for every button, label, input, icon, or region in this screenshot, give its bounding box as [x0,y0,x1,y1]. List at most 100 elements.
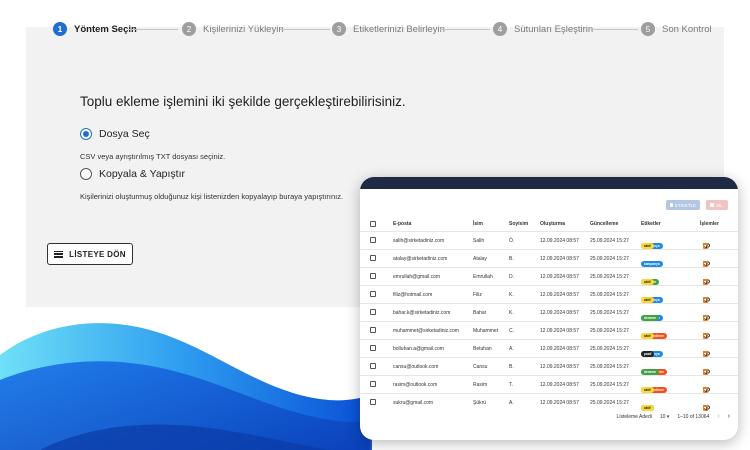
cell-updated: 25.09.2024 15:27 [590,382,629,388]
step-label: Sütunları Eşleştirin [514,23,594,35]
row-checkbox[interactable] [370,309,376,315]
cell-surname: T. [509,382,513,388]
wizard-stepper: 1 Yöntem Seçin 2 Kişilerinizi Yükleyin 3… [26,0,724,60]
header-created[interactable]: Oluşturma [540,221,565,227]
cell-created: 12.09.2024 08:57 [540,400,579,406]
table-row[interactable]: sukru@gmail.com Şükrü A. 12.09.2024 08:57 25… [360,393,738,412]
step-connector [588,29,638,30]
cell-surname: A. [509,346,514,352]
table-row[interactable]: cansu@outlook.com Cansu B. 12.09.2024 08:57… [360,357,738,376]
pagination: Listeleme Adedi 10 ▾ 1–10 of 13064 ‹ › [617,413,730,420]
trash-icon [710,203,714,207]
screen: 1 Yöntem Seçin 2 Kişilerinizi Yükleyin 3… [0,0,750,450]
row-checkbox[interactable] [370,381,376,387]
tag-button-label: ETİKETLE [674,202,696,208]
cell-updated: 25.09.2024 15:27 [590,292,629,298]
cell-surname: K. [509,292,514,298]
cell-email: atalay@sirketadiniz.com [393,256,448,262]
page-range: 1–10 of 13064 [677,413,710,420]
cell-created: 12.09.2024 08:57 [540,328,579,334]
cell-updated: 25.09.2024 15:27 [590,256,629,262]
step-method[interactable]: 1 Yöntem Seçin [53,22,137,36]
row-checkbox[interactable] [370,273,376,279]
back-to-list-button[interactable]: LİSTEYE DÖN [47,243,133,265]
table-row[interactable]: atalay@sirketadiniz.com Atalay B. 12.09.202… [360,249,738,268]
cell-updated: 25.09.2024 15:27 [590,400,629,406]
table-row[interactable]: bahar.k@sirketadiniz.com Bahar K. 12.09.202… [360,303,738,322]
row-checkbox[interactable] [370,345,376,351]
row-checkbox[interactable] [370,237,376,243]
cell-name: Cansu [473,364,488,370]
cell-name: Salih [473,238,485,244]
cell-name: Şükrü [473,400,487,406]
select-all-checkbox[interactable] [370,221,376,227]
option-paste[interactable]: Kopyala & Yapıştır [80,168,185,180]
step-upload[interactable]: 2 Kişilerinizi Yükleyin [182,22,284,36]
rows-per-page-value: 10 [659,413,666,420]
cell-updated: 25.09.2024 15:27 [590,310,629,316]
table-row[interactable]: bolluhan.a@gmail.com Betuhan A. 12.09.2024 … [360,339,738,358]
back-to-list-label: LİSTEYE DÖN [69,249,126,259]
option-paste-hint: Kişilerinizi oluşturmuş olduğunuz kişi l… [80,192,344,201]
step-label: Etiketlerinizi Belirleyin [353,23,445,35]
cell-email: salih@sirketadiniz.com [393,238,445,244]
header-tags: Etiketler [641,221,661,227]
table-row[interactable]: rasim@outlook.com Rasim T. 12.09.2024 08:57… [360,375,738,394]
header-surname[interactable]: Soyisim [509,221,528,227]
cell-updated: 25.09.2024 15:27 [590,346,629,352]
cell-email: rasim@outlook.com [393,382,438,388]
delete-button[interactable]: SİL [706,200,728,210]
row-checkbox[interactable] [370,255,376,261]
trash-icon[interactable] [703,405,708,411]
header-updated[interactable]: Güncelleme [590,221,618,227]
cell-surname: B. [509,364,514,370]
step-connector [280,29,330,30]
cell-email: muhammet@sirketadiniz.com [393,328,459,334]
step-number: 5 [641,22,655,36]
step-tags[interactable]: 3 Etiketlerinizi Belirleyin [332,22,445,36]
cell-created: 12.09.2024 08:57 [540,292,579,298]
table-row[interactable]: filiz@hotmail.com Filiz K. 12.09.2024 08:57… [360,285,738,304]
cell-email: bolluhan.a@gmail.com [393,346,444,352]
table-row[interactable]: salih@sirketadiniz.com Salih Ö. 12.09.2024 … [360,231,738,250]
card-header-bar [360,177,738,189]
row-checkbox[interactable] [370,399,376,405]
tag-icon [670,203,673,207]
radio-paste[interactable] [80,168,92,180]
step-number: 3 [332,22,346,36]
step-columns[interactable]: 4 Sütunları Eşleştirin [493,22,593,36]
step-number: 4 [493,22,507,36]
tag-badge: aktif [641,405,654,412]
cell-created: 12.09.2024 08:57 [540,346,579,352]
header-name[interactable]: İsim [473,221,483,227]
cell-email: emrullah@gmail.com [393,274,441,280]
cell-created: 12.09.2024 08:57 [540,364,579,370]
rows-per-page-select[interactable]: 10 ▾ [660,414,669,420]
contacts-table-card: ETİKETLE SİL E-posta İsim Soyisim Oluştu… [360,177,738,440]
cell-created: 12.09.2024 08:57 [540,310,579,316]
tag-button[interactable]: ETİKETLE [666,200,700,210]
option-file[interactable]: Dosya Seç [80,128,150,140]
row-checkbox[interactable] [370,291,376,297]
step-label: Kişilerinizi Yükleyin [203,23,284,35]
row-checkbox[interactable] [370,327,376,333]
cell-updated: 25.09.2024 15:27 [590,328,629,334]
header-actions: İşlemler [700,221,719,227]
step-label: Son Kontrol [662,23,712,35]
table-row[interactable]: muhammet@sirketadiniz.com Muhammet C. 12.09… [360,321,738,340]
cell-created: 12.09.2024 08:57 [540,238,579,244]
cell-email: sukru@gmail.com [393,400,434,406]
table-header: E-posta İsim Soyisim Oluşturma Güncellem… [360,217,738,231]
step-review[interactable]: 5 Son Kontrol [641,22,712,36]
header-email[interactable]: E-posta [393,221,411,227]
cell-surname: Ö. [509,238,515,244]
table-row[interactable]: emrullah@gmail.com Emrullah D. 12.09.2024 0… [360,267,738,286]
prev-page-button[interactable]: ‹ [717,413,719,420]
row-checkbox[interactable] [370,363,376,369]
cell-updated: 25.09.2024 15:27 [590,274,629,280]
cell-name: Filiz [473,292,482,298]
next-page-button[interactable]: › [728,413,730,420]
cell-name: Emrullah [473,274,493,280]
cell-name: Bahar [473,310,487,316]
radio-file[interactable] [80,128,92,140]
